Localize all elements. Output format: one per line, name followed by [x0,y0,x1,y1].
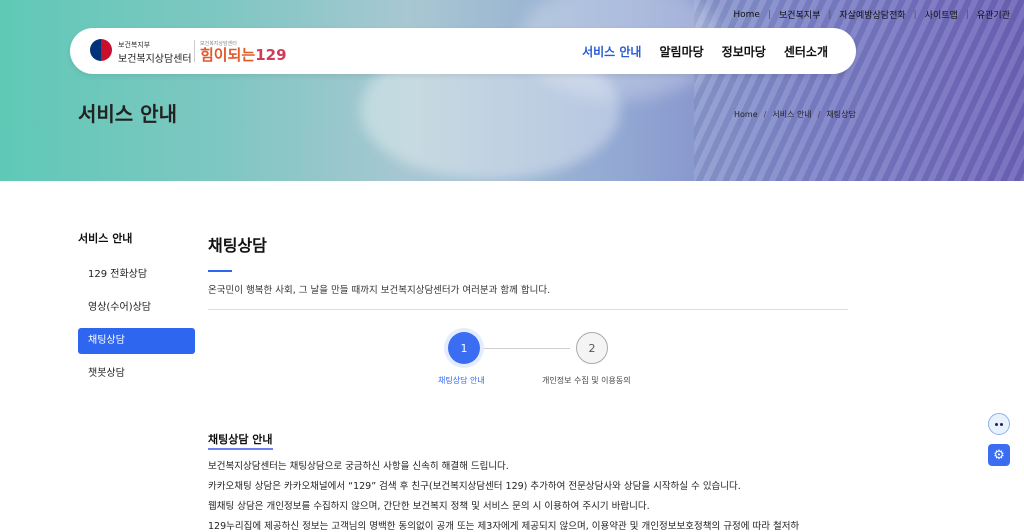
sidebar-item-chatbot[interactable]: 챗봇상담 [78,361,195,387]
section-title: 채팅상담 안내 [208,431,273,450]
divider: | [828,9,832,20]
sidebar-title: 서비스 안내 [78,232,133,245]
mascot-eye [995,422,998,426]
step-2-label: 개인정보 수집 및 이용동의 [542,376,631,385]
government-emblem-icon[interactable] [90,39,112,61]
breadcrumb-separator: / [817,110,821,119]
guide-line: 카카오채팅 상담은 카카오채널에서 “129” 검색 후 친구(보건복지상담센터… [208,481,741,492]
sidebar: 서비스 안내 129 전화상담 영상(수어)상담 채팅상담 챗봇상담 [78,230,195,394]
brand-logo[interactable]: 힘이되는129 [200,44,287,65]
utility-link-sitemap[interactable]: 사이트맵 [925,8,958,21]
utility-link-related-orgs[interactable]: 유관기관 [977,8,1010,21]
content-description: 온국민이 행복한 사회, 그 날을 만들 때까지 보건복지상담센터가 여러분과 … [208,285,551,296]
step-2-circle: 2 [576,332,608,364]
chatbot-mascot-icon[interactable] [988,413,1010,435]
breadcrumb-home[interactable]: Home [734,110,758,119]
divider: | [913,9,917,20]
page-title: 서비스 안내 [78,102,177,126]
utility-nav: Home | 보건복지부 | 자살예방상담전화 | 사이트맵 | 유관기관 [733,8,1010,22]
utility-link-home[interactable]: Home [733,10,760,20]
mascot-eye [1000,422,1003,426]
chat-guide-section: 채팅상담 안내 보건복지상담센터는 채팅상담으로 궁금하신 사항을 신속히 해결… [208,428,868,532]
gear-icon[interactable]: ⚙ [988,444,1010,466]
breadcrumb-current: 채팅상담 [826,110,856,119]
content-header: 채팅상담 온국민이 행복한 사회, 그 날을 만들 때까지 보건복지상담센터가 … [208,232,848,310]
title-accent-bar [208,270,232,272]
sidebar-item-video-sign[interactable]: 영상(수어)상담 [78,295,195,321]
sidebar-item-phone[interactable]: 129 전화상담 [78,262,195,288]
step-connector [470,348,570,349]
step-1-circle: 1 [448,332,480,364]
divider: | [965,9,969,20]
breadcrumb: Home / 서비스 안내 / 채팅상담 [734,109,856,120]
header-bar: 보건복지부 보건복지상담센터 보건복지상담센터 힘이되는129 서비스 안내 알… [70,28,856,74]
logo-divider [194,40,195,62]
main-nav: 서비스 안내 알림마당 정보마당 센터소개 [582,43,828,60]
guide-line: 웹채팅 상담은 개인정보를 수집하지 않으며, 간단한 보건복지 정책 및 서비… [208,501,650,512]
breadcrumb-service-info[interactable]: 서비스 안내 [772,109,811,120]
guide-line: 보건복지상담센터는 채팅상담으로 궁금하신 사항을 신속히 해결해 드립니다. [208,461,509,472]
step-1-label: 채팅상담 안내 [438,376,485,385]
brand-text: 힘이되는 [200,46,256,64]
org-parent-label: 보건복지부 [118,41,151,49]
nav-center-intro[interactable]: 센터소개 [784,43,828,60]
brand-number: 129 [255,46,287,64]
step-indicator: 1 2 채팅상담 안내 개인정보 수집 및 이용동의 [420,332,660,392]
divider [208,309,848,310]
hero-banner: Home | 보건복지부 | 자살예방상담전화 | 사이트맵 | 유관기관 보건… [0,0,1024,181]
sidebar-item-chat[interactable]: 채팅상담 [78,328,195,354]
content-title: 채팅상담 [208,236,267,255]
utility-link-ministry[interactable]: 보건복지부 [779,8,820,21]
nav-notice[interactable]: 알림마당 [659,43,703,60]
nav-information[interactable]: 정보마당 [722,43,766,60]
divider: | [767,9,771,20]
guide-line: 129누리집에 제공하신 정보는 고객님의 명백한 동의없이 공개 또는 제3자… [208,521,800,532]
nav-service-info[interactable]: 서비스 안내 [582,43,641,60]
org-name[interactable]: 보건복지상담센터 [118,50,192,65]
breadcrumb-separator: / [763,110,767,119]
utility-link-suicide-hotline[interactable]: 자살예방상담전화 [839,8,905,21]
